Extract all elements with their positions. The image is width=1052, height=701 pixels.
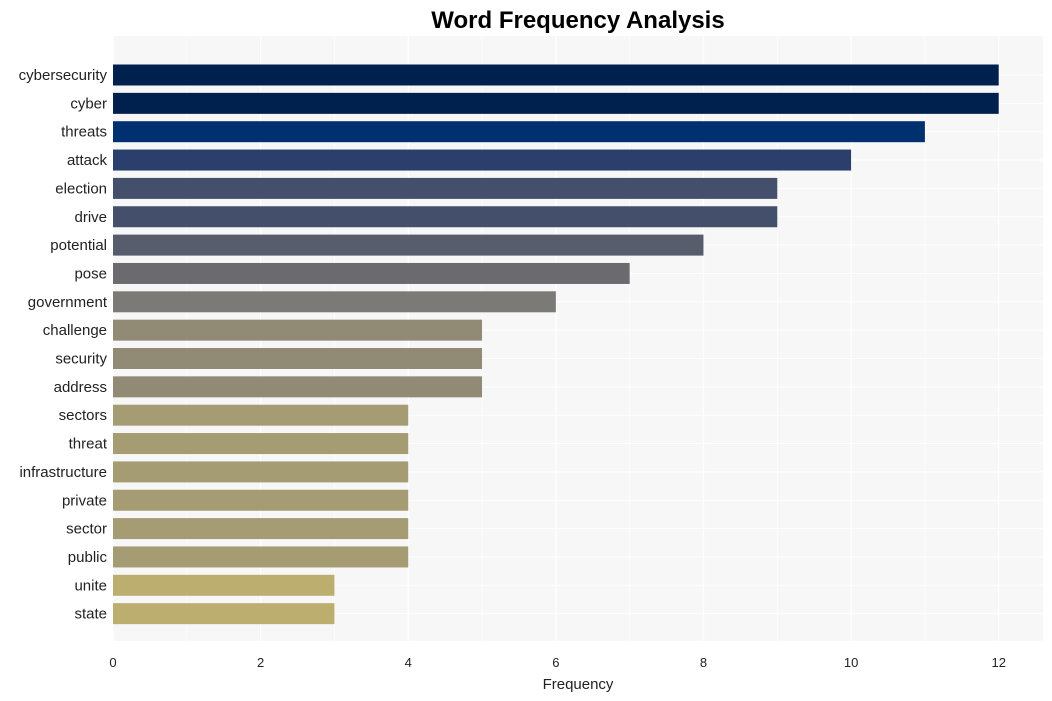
y-tick-label: government (28, 294, 108, 311)
x-tick-label: 0 (109, 655, 116, 670)
y-tick-label: address (54, 379, 107, 396)
y-tick-label: cyber (70, 95, 107, 112)
x-tick-label: 12 (991, 655, 1005, 670)
bar-sectors (113, 404, 409, 426)
bar-threats (113, 121, 925, 143)
bar-drive (113, 206, 778, 228)
y-tick-label: sector (66, 521, 107, 538)
bar-election (113, 177, 778, 199)
y-tick-label: infrastructure (19, 464, 107, 481)
bar-private (113, 489, 409, 511)
y-tick-label: cybersecurity (19, 67, 108, 84)
x-axis-ticks: 0 2 4 6 8 10 12 (109, 655, 1006, 670)
bar-address (113, 376, 483, 398)
x-tick-label: 2 (257, 655, 264, 670)
word-frequency-chart: cybersecurity cyber threats attack election d… (19, 7, 1043, 693)
bar-pose (113, 262, 630, 284)
bar-infrastructure (113, 461, 409, 483)
bar-threat (113, 433, 409, 455)
y-tick-label: private (62, 492, 107, 509)
bar-sector (113, 518, 409, 540)
y-tick-label: attack (67, 152, 108, 169)
bar-challenge (113, 319, 483, 341)
x-tick-label: 8 (700, 655, 707, 670)
x-tick-label: 10 (844, 655, 858, 670)
y-tick-label: drive (74, 209, 107, 226)
bar-cybersecurity (113, 64, 999, 86)
y-tick-label: challenge (43, 322, 107, 339)
y-tick-label: public (68, 549, 108, 566)
y-tick-label: threats (61, 124, 107, 141)
y-tick-label: state (74, 606, 107, 623)
y-tick-label: potential (50, 237, 107, 254)
x-axis-title: Frequency (543, 676, 614, 693)
bar-public (113, 546, 409, 568)
y-tick-label: pose (74, 265, 107, 282)
bar-attack (113, 149, 852, 171)
y-tick-label: unite (74, 577, 107, 594)
bar-potential (113, 234, 704, 256)
x-tick-label: 4 (405, 655, 412, 670)
y-tick-label: election (55, 180, 107, 197)
y-tick-label: sectors (59, 407, 107, 424)
y-axis-labels: cybersecurity cyber threats attack election d… (19, 67, 108, 623)
bar-cyber (113, 92, 999, 114)
bar-security (113, 348, 483, 369)
y-tick-label: security (55, 351, 107, 368)
bar-unite (113, 574, 335, 596)
y-tick-label: threat (69, 436, 108, 453)
bar-state (113, 603, 335, 625)
chart-title: Word Frequency Analysis (431, 7, 724, 34)
bar-government (113, 291, 556, 313)
x-tick-label: 6 (552, 655, 559, 670)
